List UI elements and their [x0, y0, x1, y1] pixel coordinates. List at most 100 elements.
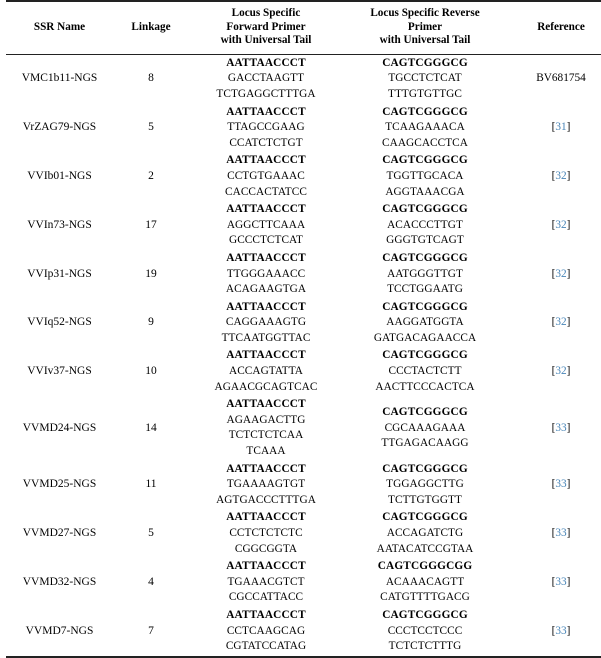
cell-forward-primer: AATTAACCCT GACCTAAGTT TCTGAGGCTTTGA	[189, 54, 343, 103]
cell-reverse-primer-line: CGCAAAGAAA	[384, 421, 466, 434]
table-header-row: SSR Name Linkage Locus Specific Forward P…	[6, 0, 601, 55]
cell-reference: [33]	[507, 461, 601, 510]
cell-forward-primer: AATTAACCCT CCTCAAGCAG CGTATCCATAG	[189, 606, 343, 658]
cell-forward-primer: AATTAACCCT AGAAGACTTG TCTCTCTCAA TCAAA	[189, 396, 343, 460]
cell-ssr-name: VVMD32-NGS	[22, 575, 97, 588]
cell-reverse-primer-universal-tail: CAGTCGGGCG	[382, 462, 468, 475]
cell-forward-primer: AATTAACCCT TGAAACGTCT CGCCATTACC	[189, 558, 343, 607]
column-header-line: SSR Name	[33, 20, 86, 33]
cell-reverse-primer-universal-tail: CAGTCGGGCG	[382, 154, 468, 167]
table-row: VVIb01-NGS 2 AATTAACCCT CCTGTGAAAC CACCACTAT…	[6, 152, 601, 201]
cell-forward-primer-line: ACAGAAGTGA	[225, 283, 307, 296]
cell-reverse-primer-line: TCCTGGAATG	[387, 283, 463, 296]
reference-citation-link[interactable]: [33]	[552, 478, 571, 490]
cell-reverse-primer-line: TCTTGTGGTT	[388, 493, 462, 506]
column-header-reverse-primer: Locus Specific Reverse Primer with Univers…	[343, 0, 507, 55]
cell-reverse-primer-line: GGGTGTCAGT	[386, 234, 464, 247]
cell-forward-primer-line: GCCCTCTCAT	[229, 234, 303, 247]
table-row: VVIp31-NGS 19 AATTAACCCT TTGGGAAACC ACAGAAGT…	[6, 250, 601, 299]
reference-citation-link[interactable]: [33]	[552, 625, 571, 637]
reference-citation-link[interactable]: [32]	[552, 365, 571, 377]
reference-citation-number: 33	[555, 478, 567, 491]
cell-forward-primer-universal-tail: AATTAACCCT	[226, 300, 306, 313]
reference-citation-number: 31	[555, 121, 567, 134]
cell-forward-primer-line: CCTGTGAAAC	[227, 169, 305, 182]
cell-reference: [32]	[507, 299, 601, 348]
cell-forward-primer-universal-tail: AATTAACCCT	[226, 560, 306, 573]
cell-forward-primer-line: CGCCATTACC	[228, 591, 304, 604]
cell-forward-primer: AATTAACCCT CCTGTGAAAC CACCACTATCC	[189, 152, 343, 201]
cell-reverse-primer: CAGTCGGGCG TGCCTCTCAT TTTGTGTTGC	[343, 54, 507, 103]
cell-forward-primer-line: CCTCTCTCTC	[229, 527, 303, 539]
reference-citation-link[interactable]: [32]	[552, 268, 571, 280]
table-row: VVMD7-NGS 7 AATTAACCCT CCTCAAGCAG CGTATCCATA…	[6, 606, 601, 658]
table-row: VVIq52-NGS 9 AATTAACCCT CAGGAAAGTG TTCAATGGT…	[6, 299, 601, 348]
column-header-line: Primer	[407, 20, 443, 33]
reference-citation-link[interactable]: [33]	[552, 422, 571, 434]
cell-reverse-primer-line: CCCTCCTCCC	[387, 624, 463, 637]
cell-reverse-primer-universal-tail: CAGTCGGGCGG	[377, 560, 473, 573]
cell-forward-primer-universal-tail: AATTAACCCT	[226, 154, 306, 167]
cell-forward-primer-line: TTCAATGGTTAC	[221, 331, 311, 344]
cell-reverse-primer-line: AATACATCCGTAA	[376, 542, 474, 555]
cell-reverse-primer: CAGTCGGGCG TGGAGGCTTG TCTTGTGGTT	[343, 461, 507, 510]
cell-reverse-primer-line: AGGTAAACGA	[385, 185, 465, 198]
cell-forward-primer-line: CACCACTATCC	[225, 185, 307, 198]
cell-forward-primer-line: ACCAGTATTA	[228, 365, 303, 378]
reference-accession-number: BV681754	[536, 72, 586, 85]
cell-forward-primer-universal-tail: AATTAACCCT	[226, 251, 306, 264]
table-row: VMC1b11-NGS 8 AATTAACCCT GACCTAAGTT TCTGAGGC…	[6, 54, 601, 103]
cell-reverse-primer-line: TCTCTCTTTG	[388, 640, 462, 653]
cell-reverse-primer-universal-tail: CAGTCGGGCG	[382, 251, 468, 264]
cell-forward-primer-line: CGGCGGTA	[234, 542, 298, 555]
cell-linkage-group: 17	[145, 218, 157, 231]
cell-reverse-primer-universal-tail: CAGTCGGGCG	[382, 105, 468, 118]
cell-reference: [31]	[507, 104, 601, 153]
column-header-line: Locus Specific Reverse	[370, 7, 480, 19]
cell-reference: BV681754	[507, 54, 601, 103]
cell-forward-primer-line: GACCTAAGTT	[227, 72, 305, 85]
ssr-primer-table-container: SSR Name Linkage Locus Specific Forward P…	[0, 0, 601, 658]
reference-citation-link[interactable]: [33]	[552, 527, 571, 539]
cell-reference: [33]	[507, 509, 601, 558]
reference-citation-link[interactable]: [32]	[552, 316, 571, 328]
table-body: VMC1b11-NGS 8 AATTAACCCT GACCTAAGTT TCTGAGGC…	[6, 54, 601, 658]
cell-reverse-primer-line: TTGAGACAAGG	[381, 437, 469, 450]
cell-forward-primer: AATTAACCCT TTAGCCGAAG CCATCTCTGT	[189, 104, 343, 153]
cell-forward-primer: AATTAACCCT ACCAGTATTA AGAACGCAGTCAC	[189, 347, 343, 396]
cell-reference: [33]	[507, 396, 601, 460]
reference-citation-link[interactable]: [33]	[552, 576, 571, 588]
cell-reverse-primer-universal-tail: CAGTCGGGCG	[382, 406, 468, 419]
column-header-line: with Universal Tail	[379, 34, 471, 47]
cell-reference: [32]	[507, 152, 601, 201]
column-header-linkage: Linkage	[113, 0, 189, 55]
cell-forward-primer-universal-tail: AATTAACCCT	[226, 608, 306, 621]
cell-linkage-group: 9	[148, 316, 154, 329]
cell-ssr-name: VVIn73-NGS	[27, 218, 92, 231]
cell-reverse-primer: CAGTCGGGCGG ACAAACAGTT CATGTTTTGACG	[343, 558, 507, 607]
column-header-line: Reference	[537, 20, 585, 33]
cell-forward-primer-universal-tail: AATTAACCCT	[226, 462, 306, 475]
cell-forward-primer-line: AGGCTTCAAA	[226, 218, 306, 231]
cell-forward-primer-line: TCTGAGGCTTTGA	[216, 87, 316, 100]
reference-citation-link[interactable]: [31]	[552, 121, 571, 133]
reference-citation-number: 33	[555, 421, 567, 434]
cell-forward-primer-universal-tail: AATTAACCCT	[226, 203, 306, 216]
cell-reverse-primer-line: CCCTACTCTT	[388, 365, 462, 378]
cell-forward-primer-line: TGAAACGTCT	[227, 575, 305, 588]
reference-citation-number: 32	[555, 169, 567, 182]
cell-reverse-primer: CAGTCGGGCG ACCAGATCTG AATACATCCGTAA	[343, 509, 507, 558]
cell-ssr-name: VVMD27-NGS	[22, 527, 97, 539]
cell-forward-primer: AATTAACCCT CAGGAAAGTG TTCAATGGTTAC	[189, 299, 343, 348]
table-row: VVIn73-NGS 17 AATTAACCCT AGGCTTCAAA GCCCTCTC…	[6, 201, 601, 250]
column-header-line: Locus Specific	[231, 7, 301, 19]
column-header-line: Linkage	[131, 20, 171, 33]
cell-reverse-primer-line: TCAAGAAACA	[385, 121, 465, 134]
cell-reverse-primer-universal-tail: CAGTCGGGCG	[382, 56, 468, 69]
reference-citation-link[interactable]: [32]	[552, 219, 571, 231]
reference-citation-link[interactable]: [32]	[552, 170, 571, 182]
cell-linkage-group: 11	[145, 478, 157, 491]
cell-reverse-primer: CAGTCGGGCG TCAAGAAACA CAAGCACCTCA	[343, 104, 507, 153]
cell-ssr-name: VVIb01-NGS	[27, 169, 92, 182]
cell-forward-primer: AATTAACCCT TTGGGAAACC ACAGAAGTGA	[189, 250, 343, 299]
